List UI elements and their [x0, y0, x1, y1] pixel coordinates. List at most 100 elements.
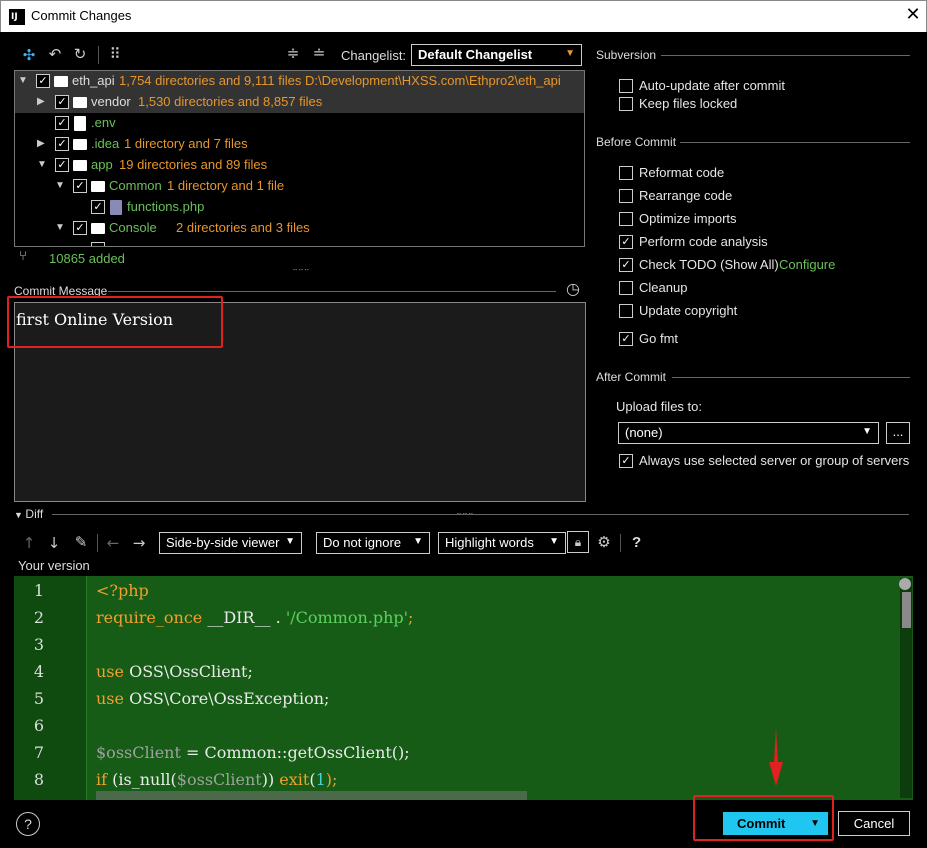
folder-icon	[73, 160, 87, 171]
code-token: ;	[408, 608, 414, 627]
checkbox[interactable]: ✓	[36, 74, 50, 88]
after-commit-section: After Commit	[596, 370, 667, 384]
browse-button[interactable]: ...	[886, 422, 910, 444]
chevron-right-icon[interactable]: ▶	[37, 96, 45, 107]
checkbox[interactable]	[91, 242, 105, 246]
tree-row[interactable]: ▶ ✓ vendor 1,530 directories and 8,857 f…	[15, 92, 584, 113]
reformat-code-option[interactable]: Reformat code	[619, 165, 899, 183]
code-token: = Common::getOssClient();	[180, 743, 410, 762]
arrow-up-icon[interactable]: ↑	[20, 534, 38, 552]
code-token: 1	[315, 770, 326, 789]
code-token: '/Common.php'	[285, 608, 409, 627]
show-diff-icon[interactable]: ✣	[20, 46, 38, 64]
code-analysis-option[interactable]: ✓ Perform code analysis	[619, 234, 899, 252]
checkbox[interactable]: ✓	[619, 235, 633, 249]
checkbox[interactable]: ✓	[91, 200, 105, 214]
arrow-down-icon[interactable]: ↓	[45, 534, 63, 552]
chevron-down-icon[interactable]: ▼	[18, 75, 28, 86]
lock-icon[interactable]: 🔒︎	[567, 531, 589, 553]
scrollbar-thumb[interactable]	[902, 592, 911, 628]
chevron-down-icon: ▼	[413, 536, 423, 547]
refresh-icon[interactable]: ↻	[71, 45, 89, 63]
upload-server-select[interactable]: (none) ▼	[618, 422, 879, 444]
checkbox[interactable]: ✓	[55, 95, 69, 109]
option-label: Perform code analysis	[639, 234, 768, 249]
checkbox[interactable]	[619, 166, 633, 180]
tree-row-name: functions.php	[127, 199, 205, 214]
code-token: exit	[279, 770, 310, 789]
checkbox[interactable]: ✓	[55, 158, 69, 172]
chevron-down-icon: ▼	[549, 536, 559, 547]
tree-row[interactable]: ▼ ✓ Console 2 directories and 3 files	[15, 218, 584, 239]
checkbox[interactable]	[619, 189, 633, 203]
chevron-down-icon[interactable]: ▼	[55, 222, 65, 233]
highlight-value: Highlight words	[445, 535, 534, 550]
tree-row-name: app	[91, 157, 113, 172]
checkbox[interactable]: ✓	[619, 332, 633, 346]
chevron-right-icon[interactable]: ▶	[37, 138, 45, 149]
chevron-down-icon[interactable]: ▼	[55, 180, 65, 191]
auto-update-option[interactable]: Auto-update after commit	[619, 78, 899, 96]
checkbox[interactable]	[619, 304, 633, 318]
group-by-icon[interactable]: ⠿	[106, 45, 124, 63]
optimize-imports-option[interactable]: Optimize imports	[619, 211, 899, 229]
tree-row[interactable]: ✓ functions.php	[15, 197, 584, 218]
always-use-option[interactable]: ✓ Always use selected server or group of …	[619, 453, 919, 471]
checkbox[interactable]: ✓	[55, 116, 69, 130]
checkbox[interactable]	[619, 97, 633, 111]
collapse-all-icon[interactable]: ≐	[310, 44, 328, 62]
folder-icon	[54, 76, 68, 87]
tree-row[interactable]: ▼ ✓ eth_api 1,754 directories and 9,111 …	[15, 71, 584, 92]
tree-row-info: 1,754 directories and 9,111 files D:\Dev…	[119, 73, 561, 88]
cancel-button[interactable]: Cancel	[838, 811, 910, 836]
cleanup-option[interactable]: Cleanup	[619, 280, 899, 298]
gear-icon[interactable]: ⚙	[595, 533, 613, 551]
code-line: require_once __DIR__ . '/Common.php';	[96, 608, 413, 627]
splitter-handle[interactable]: ⠒⠒⠒	[292, 266, 310, 275]
checkbox[interactable]	[619, 212, 633, 226]
changes-tree[interactable]: ▼ ✓ eth_api 1,754 directories and 9,111 …	[14, 70, 585, 247]
edit-pencil-icon[interactable]: ✎	[72, 533, 90, 551]
added-status: 10865 added	[49, 251, 125, 266]
tree-row[interactable]: ✓ .env	[15, 113, 584, 134]
history-clock-icon[interactable]: ◷	[564, 279, 582, 298]
rearrange-code-option[interactable]: Rearrange code	[619, 188, 899, 206]
changelist-select[interactable]: Default Changelist ▼	[411, 44, 582, 66]
tree-row-info: 19 directories and 89 files	[119, 157, 268, 172]
close-icon[interactable]: ✕	[903, 4, 923, 25]
chevron-down-icon[interactable]: ▼	[37, 159, 47, 170]
code-token: );	[325, 770, 338, 789]
tree-row[interactable]: ▼ ✓ Common 1 directory and 1 file	[15, 176, 584, 197]
viewer-select[interactable]: Side-by-side viewer ▼	[159, 532, 302, 554]
inspection-status-icon[interactable]	[899, 578, 911, 590]
checkbox[interactable]	[619, 281, 633, 295]
go-fmt-option[interactable]: ✓ Go fmt	[619, 331, 899, 349]
highlight-select[interactable]: Highlight words ▼	[438, 532, 566, 554]
checkbox[interactable]: ✓	[619, 454, 633, 468]
expand-all-icon[interactable]: ≑	[284, 44, 302, 62]
whitespace-select[interactable]: Do not ignore ▼	[316, 532, 430, 554]
tree-row[interactable]: ▼ ✓ app 19 directories and 89 files	[15, 155, 584, 176]
arrow-left-icon[interactable]: ←	[104, 534, 122, 552]
keep-locked-option[interactable]: Keep files locked	[619, 96, 899, 114]
update-copyright-option[interactable]: Update copyright	[619, 303, 899, 321]
code-token: __DIR__ .	[202, 608, 286, 627]
checkbox[interactable]: ✓	[619, 258, 633, 272]
code-line: use OSS\Core\OssException;	[96, 689, 329, 708]
splitter-handle[interactable]: ⠒⠒⠒	[456, 510, 474, 519]
checkbox[interactable]: ✓	[73, 221, 87, 235]
diff-toggle[interactable]: ▼ Diff	[14, 507, 43, 521]
horizontal-scrollbar[interactable]	[96, 791, 527, 800]
checkbox[interactable]: ✓	[55, 137, 69, 151]
checkbox[interactable]	[619, 79, 633, 93]
toolbar-divider	[620, 534, 621, 552]
check-todo-option[interactable]: ✓ Check TODO (Show All) Configure	[619, 257, 909, 275]
rollback-icon[interactable]: ↶	[46, 45, 64, 63]
configure-link[interactable]: Configure	[779, 257, 835, 272]
checkbox[interactable]: ✓	[73, 179, 87, 193]
arrow-right-icon[interactable]: →	[130, 534, 148, 552]
tree-row[interactable]: ▶ ✓ .idea 1 directory and 7 files	[15, 134, 584, 155]
option-label: Auto-update after commit	[639, 78, 785, 93]
help-button[interactable]: ?	[16, 812, 40, 836]
help-icon[interactable]: ?	[632, 534, 641, 551]
